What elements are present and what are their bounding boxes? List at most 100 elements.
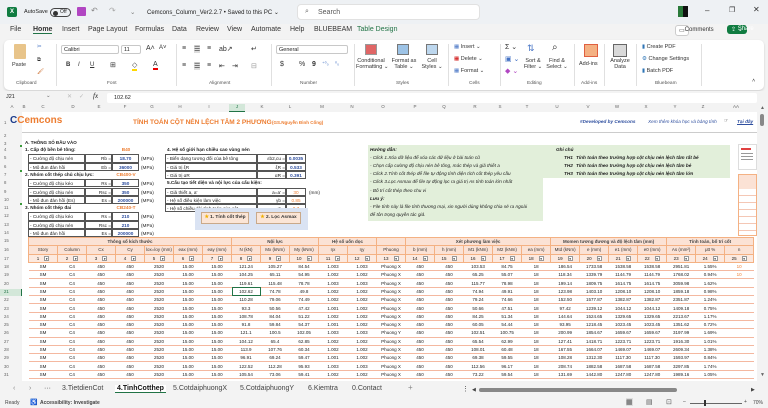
more-sheets-icon[interactable]: ··· — [44, 385, 51, 392]
number-format-select[interactable]: General — [276, 45, 348, 54]
table-cell[interactable]: 450 — [405, 287, 435, 297]
table-cell[interactable]: 1.001 — [318, 303, 348, 313]
table-cell[interactable]: 450 — [86, 353, 116, 363]
table-cell[interactable]: C4 — [57, 303, 87, 313]
column-header-t[interactable]: T — [519, 104, 535, 112]
table-cell[interactable]: 1882.58 — [579, 361, 609, 371]
filter-dropdown-icon[interactable]: ▼ — [683, 255, 689, 261]
row-header-15[interactable]: 15 — [0, 238, 22, 245]
table-cell[interactable]: 1.002 — [318, 337, 348, 346]
column-header-d[interactable]: D — [65, 104, 81, 112]
table-cell[interactable]: 2520 — [144, 353, 174, 363]
table-cell[interactable]: 450 — [115, 337, 145, 346]
filter-dropdown-icon[interactable]: ▼ — [741, 255, 747, 261]
table-cell[interactable]: 450 — [405, 361, 435, 371]
column-header-s[interactable]: S — [492, 104, 508, 112]
table-cell[interactable]: 59.54 — [492, 370, 522, 380]
table-cell[interactable]: 450 — [86, 370, 116, 380]
table-cell[interactable]: 450 — [86, 287, 116, 297]
table-cell[interactable]: 15.00 — [202, 303, 232, 313]
conditional-formatting-button[interactable]: Conditional Formatting ⌄ — [356, 58, 388, 70]
table-cell[interactable] — [724, 320, 754, 330]
paste-button[interactable]: Paste — [12, 62, 26, 68]
column-header-m[interactable]: M — [314, 104, 330, 112]
filter-dropdown-icon[interactable]: ▼ — [567, 255, 573, 261]
autosum-icon[interactable]: Σ ⌄ — [505, 43, 517, 51]
table-cell[interactable]: 450 — [405, 345, 435, 355]
table-cell[interactable]: 1208.10 — [637, 287, 667, 297]
delete-cells-button[interactable]: ▦ Delete ⌄ — [454, 56, 483, 62]
sort-filter-button[interactable]: Sort & Filter ⌄ — [522, 58, 544, 70]
table-cell[interactable]: 51.34 — [492, 312, 522, 321]
row-header-14[interactable]: 14 — [0, 230, 22, 237]
column-header-l[interactable]: L — [282, 104, 298, 112]
format-painter-icon[interactable]: 🖌 — [37, 69, 44, 75]
table-cell[interactable]: 2520 — [144, 345, 174, 355]
sheet-tab-active[interactable]: 4.TinhCotthep — [115, 385, 166, 393]
table-cell[interactable]: 102.62 — [231, 287, 261, 297]
column-header-p[interactable]: P — [407, 104, 423, 112]
table-cell[interactable]: 450 — [434, 312, 464, 321]
analyze-data-button[interactable]: Analyze Data — [608, 58, 632, 70]
table-cell[interactable]: SM — [28, 278, 58, 288]
table-cell[interactable]: 1351.62 — [666, 320, 696, 330]
table-cell[interactable]: 110.28 — [231, 295, 261, 305]
formula-input[interactable]: 102.62 — [107, 93, 757, 103]
tab-automate[interactable]: Automate — [251, 26, 281, 33]
table-cell[interactable]: 50.66 — [463, 303, 493, 313]
table-cell[interactable]: 49.8 — [289, 287, 319, 297]
table-cell[interactable]: 15.00 — [173, 278, 203, 288]
table-cell[interactable]: 15.00 — [202, 337, 232, 346]
table-cell[interactable]: 450 — [115, 312, 145, 321]
table-cell[interactable]: 60.48 — [492, 345, 522, 355]
font-size-select[interactable]: 11 — [121, 45, 141, 54]
row-header-10[interactable]: 10 — [0, 196, 22, 204]
table-cell[interactable]: 0.72% — [695, 320, 725, 330]
align-center-icon[interactable]: ☰ — [194, 62, 201, 70]
tab-splitter-icon[interactable]: ⋮ — [462, 385, 469, 393]
table-cell[interactable]: 0.75% — [695, 303, 725, 313]
profile-icon[interactable] — [678, 6, 688, 17]
document-title[interactable]: Cemcons_Column_Ver2.2.7 • Saved to this … — [147, 9, 279, 16]
table-cell[interactable]: 450 — [86, 345, 116, 355]
table-cell[interactable]: 100.5 — [260, 328, 290, 338]
table-cell[interactable]: 1.69% — [695, 328, 725, 338]
table-cell[interactable] — [724, 361, 754, 371]
table-cell[interactable]: 450 — [86, 328, 116, 338]
column-header-b[interactable]: B — [16, 104, 32, 112]
name-box[interactable]: J21 — [6, 94, 15, 100]
table-cell[interactable]: C4 — [57, 337, 87, 346]
merge-center-icon[interactable]: ⊟ — [251, 62, 257, 70]
table-cell[interactable]: 18 — [521, 370, 551, 380]
table-cell[interactable]: 91.8 — [231, 320, 261, 330]
table-cell[interactable]: 1.002 — [347, 370, 377, 380]
table-cell[interactable]: 104.25 — [231, 270, 261, 280]
table-cell[interactable]: 65.54 — [463, 337, 493, 346]
table-cell[interactable]: 450 — [86, 303, 116, 313]
scroll-up-icon[interactable]: ▲ — [760, 105, 765, 111]
table-cell[interactable]: 450 — [434, 361, 464, 371]
tab-insert[interactable]: Insert — [62, 26, 80, 33]
row-header-11[interactable]: 11 — [0, 205, 22, 213]
table-cell[interactable]: 1.003 — [318, 361, 348, 371]
param-value[interactable]: 18.70 — [112, 156, 139, 161]
table-cell[interactable]: 108.01 — [463, 345, 493, 355]
sheet-tab[interactable]: 5.CotdaiphuongY — [240, 385, 294, 392]
filter-dropdown-icon[interactable]: ▼ — [596, 255, 602, 261]
table-cell[interactable]: 2520 — [144, 278, 174, 288]
table-cell[interactable]: SM — [28, 337, 58, 346]
table-cell[interactable]: 1.001 — [318, 353, 348, 363]
table-cell[interactable]: C4 — [57, 328, 87, 338]
add-ins-icon[interactable] — [584, 44, 598, 57]
horizontal-scroll-thumb[interactable] — [479, 388, 677, 392]
table-cell[interactable]: 1.002 — [347, 270, 377, 280]
table-cell[interactable]: 450 — [405, 295, 435, 305]
table-cell[interactable]: 15.00 — [202, 262, 232, 272]
decrease-font-icon[interactable]: A˅ — [159, 45, 167, 51]
table-cell[interactable]: 15.00 — [202, 312, 232, 321]
filter-dropdown-icon[interactable]: ▼ — [712, 255, 718, 261]
autosave-toggle[interactable]: Off — [50, 8, 71, 17]
currency-button[interactable]: $ — [280, 61, 284, 68]
outdent-icon[interactable]: ⇥ — [232, 62, 238, 70]
table-cell[interactable]: 18 — [521, 278, 551, 288]
